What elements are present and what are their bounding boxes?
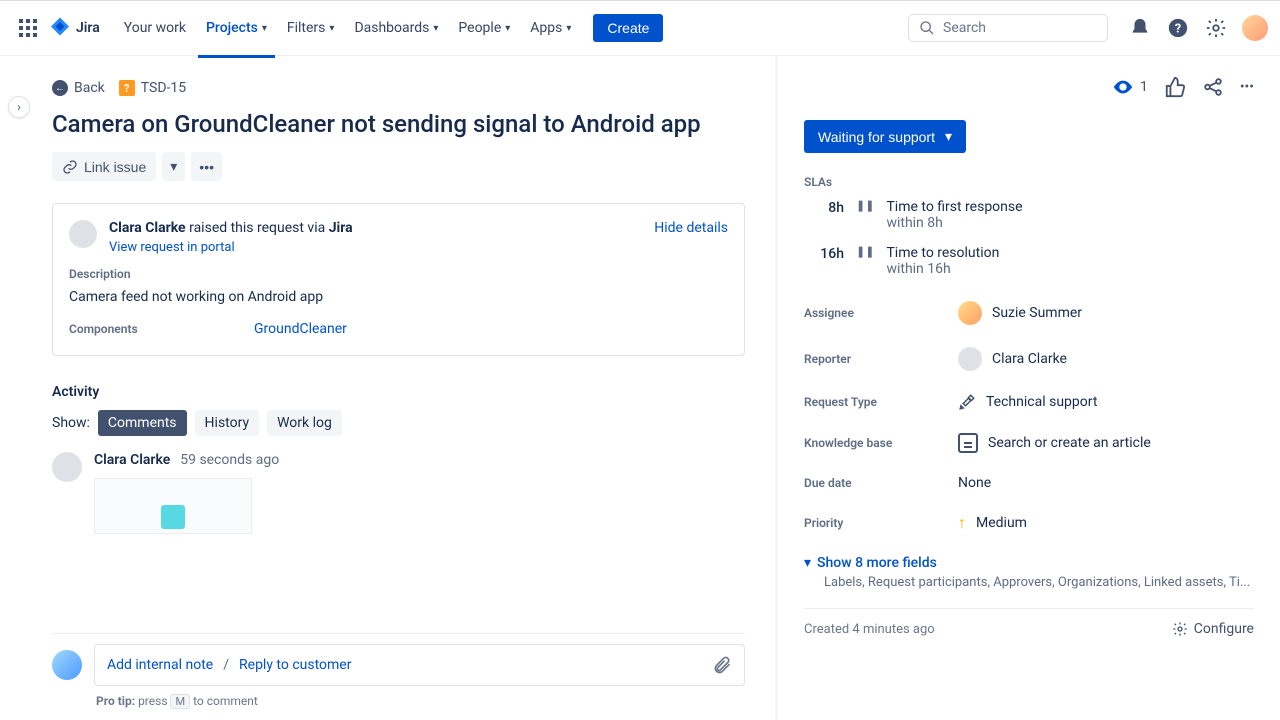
hide-details-link[interactable]: Hide details [654,220,728,236]
sla-resolution: 16h ❚❚ Time to resolution within 16h [804,245,1254,277]
pause-icon: ❚❚ [856,245,874,258]
configure-link[interactable]: Configure [1172,621,1254,637]
reporter-label: Reporter [804,352,958,366]
components-label: Components [69,322,254,336]
comment-author[interactable]: Clara Clarke [94,452,170,468]
add-internal-note-link[interactable]: Add internal note [107,657,213,673]
knowledge-base-label: Knowledge base [804,436,958,450]
search-icon [919,20,935,36]
jira-logo[interactable]: Jira [48,16,100,40]
tab-history[interactable]: History [195,410,260,436]
priority-label: Priority [804,516,958,530]
issue-side-panel: 1 ••• Waiting for support ▾ SLAs 8h ❚❚ T… [778,56,1280,720]
activity-heading: Activity [52,384,745,400]
more-icon[interactable]: ••• [1240,79,1254,95]
attachment-thumbnail[interactable] [94,478,252,534]
watch-button[interactable]: 1 [1112,76,1148,98]
chevron-down-icon: ▾ [170,158,177,175]
issue-main-panel: ← Back ? TSD-15 Camera on GroundCleaner … [0,56,778,720]
description-value[interactable]: Camera feed not working on Android app [69,289,728,305]
help-icon[interactable]: ? [1166,16,1190,40]
due-date-value[interactable]: None [958,475,991,491]
comment-item: Clara Clarke 59 seconds ago [52,452,745,534]
nav-projects[interactable]: Projects▾ [198,14,275,42]
reply-to-customer-link[interactable]: Reply to customer [239,657,351,673]
assignee-label: Assignee [804,306,958,320]
share-icon[interactable] [1202,76,1224,98]
nav-people[interactable]: People▾ [450,14,518,42]
settings-icon[interactable] [1204,16,1228,40]
article-icon [958,433,978,453]
nav-your-work[interactable]: Your work [116,14,194,42]
attach-icon[interactable] [712,655,732,675]
link-issue-button[interactable]: Link issue [52,152,156,181]
link-icon [62,159,78,175]
status-dropdown[interactable]: Waiting for support ▾ [804,120,966,153]
nav-dashboards[interactable]: Dashboards▾ [346,14,446,42]
request-channel: Jira [329,220,353,236]
back-button[interactable]: ← Back [52,80,105,96]
request-details-box: Clara Clarke raised this request via Jir… [52,203,745,356]
slas-heading: SLAs [804,175,1254,189]
link-issue-dropdown[interactable]: ▾ [162,152,185,181]
chevron-down-icon: ▾ [505,23,510,34]
issue-type-icon: ? [119,80,135,96]
show-label: Show: [52,415,90,431]
search-input[interactable]: Search [908,14,1108,42]
nav-filters[interactable]: Filters▾ [279,14,343,42]
like-icon[interactable] [1164,76,1186,98]
requester-avatar [69,220,97,248]
more-actions-button[interactable]: ••• [191,152,222,181]
app-switcher-icon[interactable] [12,12,44,44]
panel-resize-handle[interactable] [774,56,777,720]
issue-key-link[interactable]: ? TSD-15 [119,80,186,96]
show-more-fields-sub: Labels, Request participants, Approvers,… [824,575,1254,590]
knowledge-base-value[interactable]: Search or create an article [958,433,1151,453]
priority-medium-icon: ↑ [958,513,966,533]
request-type-label: Request Type [804,395,958,409]
due-date-label: Due date [804,476,958,490]
top-navigation: Jira Your work Projects▾ Filters▾ Dashbo… [0,0,1280,56]
chevron-down-icon: ▾ [329,23,334,34]
chevron-down-icon: ▾ [945,128,952,145]
zip-file-icon [161,505,185,529]
chevron-down-icon: ▾ [566,23,571,34]
priority-value[interactable]: ↑ Medium [958,513,1027,533]
pause-icon: ❚❚ [856,199,874,212]
description-label: Description [69,267,728,281]
gear-icon [1172,621,1188,637]
profile-avatar[interactable] [1242,15,1268,41]
created-timestamp: Created 4 minutes ago [804,622,935,637]
issue-title[interactable]: Camera on GroundCleaner not sending sign… [52,110,745,138]
comment-author-avatar [52,452,82,482]
pro-tip-text: Pro tip: press M to comment [96,694,745,708]
show-more-fields-link[interactable]: ▾ Show 8 more fields [804,555,1254,571]
nav-apps[interactable]: Apps▾ [522,14,579,42]
request-type-value[interactable]: Technical support [958,393,1097,411]
tab-worklog[interactable]: Work log [267,410,342,436]
requester-name: Clara Clarke [109,220,186,236]
notifications-icon[interactable] [1128,16,1152,40]
chevron-down-icon: ▾ [262,23,267,34]
more-icon: ••• [199,159,214,175]
assignee-avatar [958,301,982,325]
assignee-value[interactable]: Suzie Summer [958,301,1082,325]
svg-text:?: ? [1175,22,1181,37]
component-link[interactable]: GroundCleaner [254,321,347,337]
reporter-avatar [958,347,982,371]
tools-icon [958,393,976,411]
chevron-down-icon: ▾ [804,555,811,571]
back-arrow-icon: ← [52,80,68,96]
chevron-down-icon: ▾ [433,23,438,34]
comment-timestamp: 59 seconds ago [180,452,279,468]
logo-text: Jira [76,20,100,36]
current-user-avatar [52,650,82,680]
reply-input[interactable]: Add internal note / Reply to customer [94,644,745,686]
tab-comments[interactable]: Comments [98,410,187,436]
create-button[interactable]: Create [593,14,663,42]
view-in-portal-link[interactable]: View request in portal [109,240,642,255]
sla-first-response: 8h ❚❚ Time to first response within 8h [804,199,1254,231]
reporter-value[interactable]: Clara Clarke [958,347,1067,371]
